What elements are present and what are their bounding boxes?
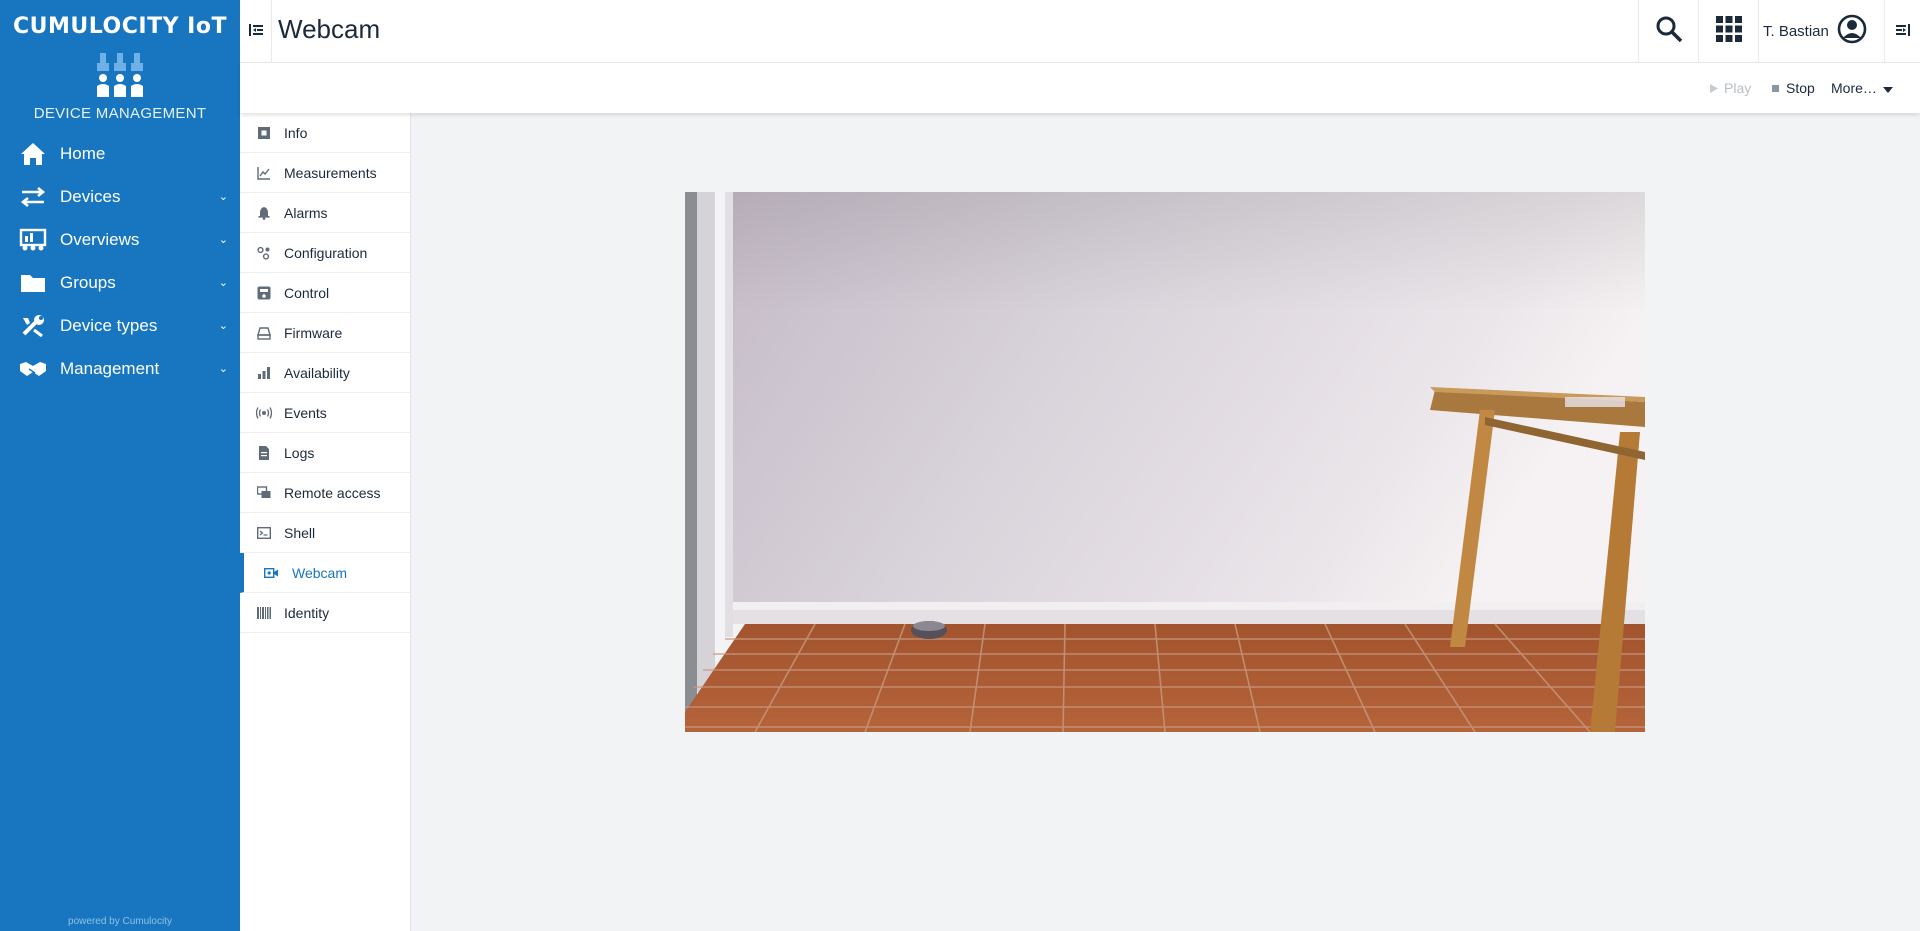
sidebar-item-label: Device types (60, 315, 158, 335)
collapse-right-icon (1895, 23, 1910, 41)
more-label: More… (1831, 80, 1877, 96)
tab-label: Availability (284, 364, 350, 381)
tab-label: Alarms (284, 204, 328, 221)
tab-label: Info (284, 124, 308, 141)
sidebar-item-device-types[interactable]: Device types ⌄ (0, 304, 240, 347)
caret-down-icon (1882, 80, 1893, 96)
tab-label: Shell (284, 524, 316, 541)
play-label: Play (1724, 80, 1752, 96)
top-header: Webcam T. Bastian (240, 0, 1920, 63)
home-icon (18, 141, 48, 167)
tab-webcam[interactable]: Webcam (240, 553, 410, 593)
line-chart-icon (256, 165, 272, 181)
action-bar: Play Stop More… (240, 63, 1920, 113)
main-content (411, 113, 1920, 931)
tab-label: Remote access (284, 484, 381, 501)
sidebar-item-devices[interactable]: Devices ⌄ (0, 175, 240, 218)
tab-availability[interactable]: Availability (240, 353, 410, 393)
terminal-icon (256, 525, 272, 541)
sidebar-item-label: Devices (60, 186, 121, 206)
search-button[interactable] (1638, 0, 1698, 63)
control-icon (256, 285, 272, 301)
tab-firmware[interactable]: Firmware (240, 313, 410, 353)
tab-measurements[interactable]: Measurements (240, 153, 410, 193)
chevron-down-icon: ⌄ (218, 277, 228, 289)
brand: CUMULOCITY IoT DEVICE MANAGEMENT (0, 0, 240, 122)
powered-by-text: powered by Cumulocity (68, 916, 172, 927)
sidebar-nav: Home Devices ⌄ Overviews ⌄ Groups ⌄ Devi… (0, 132, 240, 390)
wrench-icon (18, 313, 48, 339)
stop-icon (1772, 80, 1780, 96)
remote-icon (256, 485, 272, 501)
brand-title: CUMULOCITY IoT (13, 14, 227, 39)
config-icon (256, 245, 272, 261)
tab-label: Configuration (284, 244, 368, 261)
tab-label: Identity (284, 604, 330, 621)
info-icon (256, 125, 272, 141)
tab-label: Firmware (284, 324, 343, 341)
tab-shell[interactable]: Shell (240, 513, 410, 553)
tab-control[interactable]: Control (240, 273, 410, 313)
collapse-left-icon (248, 23, 263, 41)
tab-label: Logs (284, 444, 315, 461)
grid-icon (1715, 16, 1742, 47)
bar-chart-icon (256, 365, 272, 381)
device-tabs: Info Measurements Alarms Configuration C… (240, 113, 411, 931)
tab-events[interactable]: Events (240, 393, 410, 433)
chevron-down-icon: ⌄ (218, 320, 228, 332)
app-sidebar: CUMULOCITY IoT DEVICE MANAGEMENT Home De… (0, 0, 240, 931)
bell-icon (256, 205, 272, 221)
sidebar-item-management[interactable]: Management ⌄ (0, 347, 240, 390)
video-camera-icon (263, 565, 279, 581)
tab-configuration[interactable]: Configuration (240, 233, 410, 273)
sidebar-item-label: Groups (60, 272, 116, 292)
tab-identity[interactable]: Identity (240, 593, 410, 633)
sidebar-item-label: Home (60, 143, 106, 163)
tab-logs[interactable]: Logs (240, 433, 410, 473)
sidebar-item-label: Overviews (60, 229, 140, 249)
chevron-down-icon: ⌄ (218, 234, 228, 246)
firmware-icon (256, 325, 272, 341)
sidebar-item-groups[interactable]: Groups ⌄ (0, 261, 240, 304)
barcode-icon (256, 605, 272, 621)
tab-alarms[interactable]: Alarms (240, 193, 410, 233)
tab-label: Webcam (292, 564, 347, 581)
tab-label: Measurements (284, 164, 377, 181)
tab-remote-access[interactable]: Remote access (240, 473, 410, 513)
folder-icon (18, 270, 48, 296)
dashboard-icon (18, 227, 48, 253)
play-button[interactable]: Play (1710, 63, 1751, 113)
search-icon (1655, 15, 1683, 48)
document-icon (256, 445, 272, 461)
exchange-icon (18, 184, 48, 210)
header-divider (1758, 0, 1759, 63)
webcam-stream-image (685, 192, 1645, 732)
device-management-logo-icon (95, 53, 145, 99)
collapse-right-drawer-button[interactable] (1884, 0, 1920, 63)
sidebar-item-label: Management (60, 358, 160, 378)
tab-info[interactable]: Info (240, 113, 410, 153)
stop-button[interactable]: Stop (1772, 63, 1815, 113)
collapse-navigator-button[interactable] (240, 0, 272, 63)
play-icon (1710, 80, 1718, 96)
brand-subtitle: DEVICE MANAGEMENT (33, 105, 207, 122)
sidebar-item-home[interactable]: Home (0, 132, 240, 175)
chevron-down-icon: ⌄ (218, 191, 228, 203)
tab-label: Events (284, 404, 327, 421)
tab-label: Control (284, 284, 330, 301)
sidebar-item-overviews[interactable]: Overviews ⌄ (0, 218, 240, 261)
more-dropdown-button[interactable]: More… (1831, 63, 1893, 113)
user-avatar-icon (1837, 14, 1867, 49)
user-menu[interactable]: T. Bastian (1763, 0, 1867, 63)
app-switcher-button[interactable] (1698, 0, 1758, 63)
stop-label: Stop (1786, 80, 1815, 96)
user-name: T. Bastian (1763, 23, 1829, 40)
page-title: Webcam (278, 14, 381, 44)
chevron-down-icon: ⌄ (218, 363, 228, 375)
handshake-icon (18, 356, 48, 382)
broadcast-icon (256, 405, 272, 421)
